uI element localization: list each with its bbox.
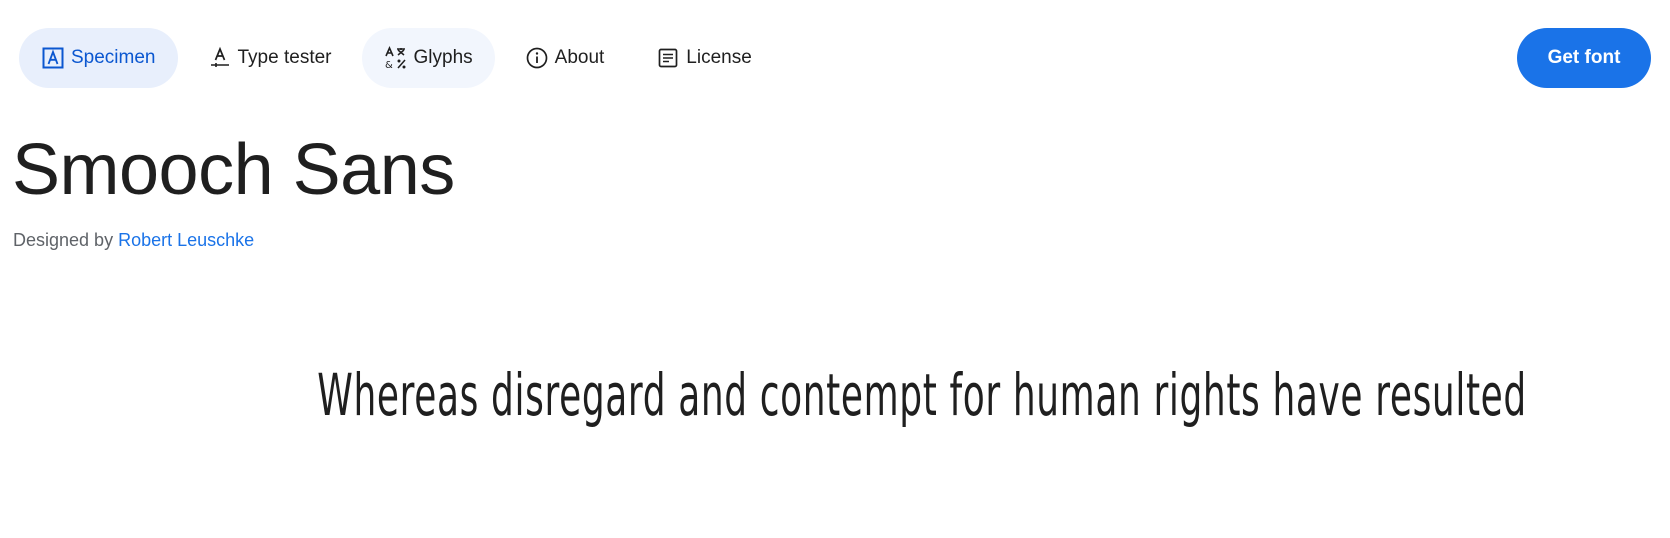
glyphs-icon: & (384, 46, 408, 70)
get-font-button[interactable]: Get font (1517, 28, 1651, 88)
tab-about[interactable]: About (503, 28, 627, 88)
designed-by-label: Designed by (13, 230, 114, 250)
tab-specimen-label: Specimen (71, 47, 156, 68)
type-tester-icon (208, 46, 232, 70)
tab-type-tester[interactable]: Type tester (186, 28, 354, 88)
tab-type-tester-label: Type tester (237, 47, 332, 68)
designer-link[interactable]: Robert Leuschke (118, 230, 254, 250)
license-icon (656, 46, 680, 70)
tab-about-label: About (554, 47, 605, 68)
tab-specimen[interactable]: Specimen (19, 28, 178, 88)
section-nav: Specimen Type tester & Glyphs About Lice… (19, 28, 782, 88)
svg-text:&: & (385, 60, 393, 70)
tab-license-label: License (686, 47, 752, 68)
specimen-sample-text: Whereas disregard and contempt for human… (317, 361, 1527, 429)
info-icon (525, 46, 549, 70)
tab-license[interactable]: License (634, 28, 774, 88)
tab-glyphs[interactable]: & Glyphs (361, 28, 495, 88)
designer-line: Designed by Robert Leuschke (13, 230, 254, 251)
specimen-icon (41, 46, 65, 70)
font-title: Smooch Sans (12, 130, 455, 210)
tab-glyphs-label: Glyphs (413, 47, 473, 68)
